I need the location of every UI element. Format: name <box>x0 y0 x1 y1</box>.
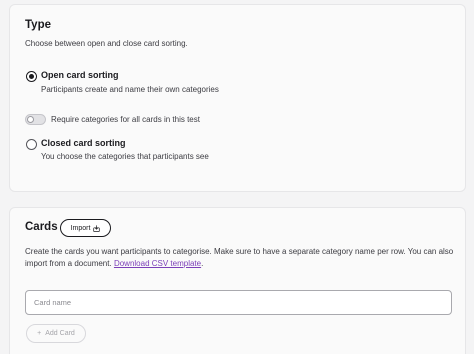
require-categories-label: Require categories for all cards in this… <box>51 115 200 124</box>
cards-title: Cards <box>25 221 58 233</box>
type-title: Type <box>25 19 51 31</box>
import-icon <box>93 224 101 232</box>
cards-description-end: . <box>201 259 204 268</box>
type-subtitle: Choose between open and close card sorti… <box>25 39 188 48</box>
open-card-sorting-radio[interactable] <box>26 71 37 82</box>
cards-description: Create the cards you want participants t… <box>25 246 455 270</box>
type-panel: Type Choose between open and close card … <box>9 4 466 192</box>
cards-panel: Cards Import Create the cards you want p… <box>9 207 466 354</box>
card-name-input[interactable] <box>25 290 452 315</box>
closed-card-sorting-radio[interactable] <box>26 139 37 150</box>
open-card-sorting-label: Open card sorting <box>41 70 119 80</box>
download-csv-template-link[interactable]: Download CSV template <box>114 259 201 268</box>
toggle-knob <box>27 116 34 123</box>
cards-description-text: Create the cards you want participants t… <box>25 247 454 268</box>
import-button[interactable]: Import <box>60 219 111 237</box>
import-button-label: Import <box>70 224 91 232</box>
plus-icon: + <box>37 330 42 337</box>
add-card-label: Add Card <box>45 330 75 337</box>
add-card-button[interactable]: + Add Card <box>26 324 86 343</box>
require-categories-toggle[interactable] <box>25 114 46 125</box>
closed-card-sorting-description: You choose the categories that participa… <box>41 152 209 161</box>
open-card-sorting-description: Participants create and name their own c… <box>41 85 219 94</box>
closed-card-sorting-label: Closed card sorting <box>41 138 126 148</box>
